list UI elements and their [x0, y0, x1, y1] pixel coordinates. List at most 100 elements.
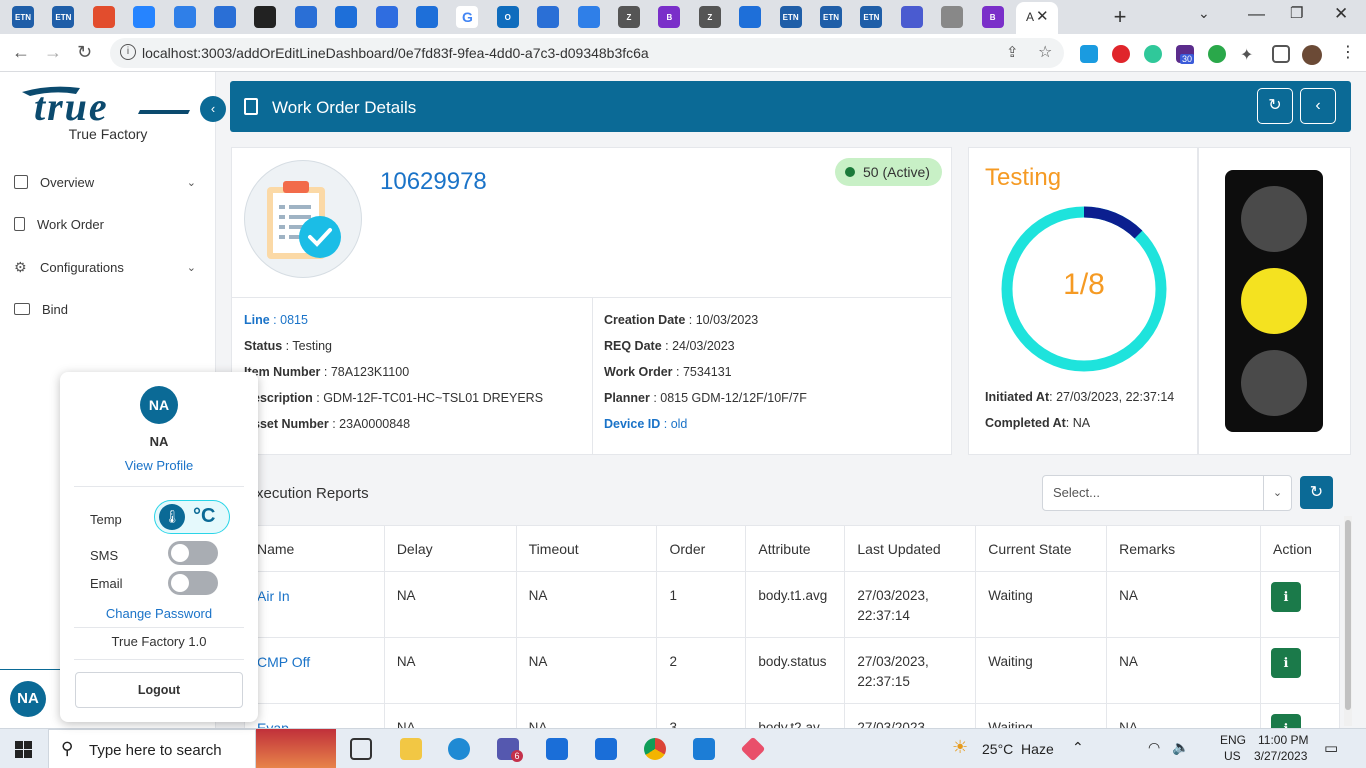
sidebar-item-overview[interactable]: Overview ⌄	[14, 170, 204, 194]
paint-icon[interactable]	[740, 736, 766, 762]
profile-avatar-icon[interactable]	[1302, 45, 1322, 65]
reload-icon[interactable]: ↻	[77, 42, 92, 63]
column-header[interactable]: Timeout	[515, 525, 658, 572]
info-button[interactable]: ℹ	[1270, 648, 1301, 678]
browser-tab-figma-icon[interactable]	[92, 6, 115, 28]
collapse-sidebar-button[interactable]: ‹	[200, 96, 226, 122]
mail-icon[interactable]	[595, 738, 617, 760]
edge-icon[interactable]	[448, 738, 470, 760]
site-info-icon[interactable]: i	[120, 44, 136, 60]
browser-menu-icon[interactable]: ⋮	[1340, 42, 1356, 62]
column-header[interactable]: Last Updated	[844, 525, 977, 572]
task-view-icon[interactable]	[350, 738, 372, 760]
browser-tab-etn-icon[interactable]: ETN	[860, 6, 883, 28]
report-select[interactable]: Select... ⌄	[1042, 475, 1292, 511]
column-header[interactable]: Current State	[975, 525, 1108, 572]
browser-tab-etn-icon[interactable]: ETN	[779, 6, 802, 28]
browser-tab-app-icon[interactable]	[214, 6, 236, 28]
clock-date[interactable]: 3/27/2023	[1254, 749, 1307, 763]
volume-icon[interactable]: 🔈	[1172, 739, 1189, 756]
email-toggle[interactable]	[168, 571, 218, 595]
taskbar-search[interactable]: ⚲ Type here to search	[48, 729, 256, 768]
browser-tab-app-icon[interactable]	[537, 6, 560, 28]
browser-tab-vscode-icon[interactable]	[577, 6, 600, 28]
browser-tab-dropbox-icon[interactable]	[375, 6, 398, 28]
browser-tab-b-icon[interactable]: B	[658, 6, 681, 28]
side-panel-icon[interactable]	[1272, 45, 1290, 63]
tab-search-icon[interactable]: ⌄	[1198, 5, 1210, 22]
browser-tab-etn-icon[interactable]: ETN	[12, 6, 34, 28]
close-window-icon[interactable]: ✕	[1334, 4, 1348, 24]
chevron-up-icon[interactable]: ⌃	[1072, 739, 1084, 756]
extension-translate-icon[interactable]	[1080, 45, 1098, 63]
sidebar-item-bind[interactable]: Bind	[14, 297, 204, 321]
browser-tab-notion-icon[interactable]	[254, 6, 277, 28]
back-icon[interactable]: ←	[12, 42, 30, 63]
browser-tab-b-icon[interactable]: B	[981, 6, 1004, 28]
step-name-link[interactable]: Air In	[244, 571, 385, 638]
minimize-icon[interactable]: —	[1248, 4, 1265, 24]
info-button[interactable]: ℹ	[1270, 582, 1301, 612]
column-header[interactable]: Name	[244, 525, 385, 572]
windows-start-icon[interactable]	[15, 741, 32, 758]
refresh-button[interactable]: ↻	[1257, 88, 1293, 124]
language-indicator[interactable]: ENG	[1220, 733, 1246, 747]
browser-tab-outlook-icon[interactable]: O	[496, 6, 519, 28]
file-explorer-icon[interactable]	[400, 738, 422, 760]
browser-tab-teams-icon[interactable]	[900, 6, 923, 28]
logout-button[interactable]: Logout	[75, 672, 243, 708]
active-tab[interactable]: A ✕	[1016, 2, 1058, 34]
clock-time[interactable]: 11:00 PM	[1258, 733, 1308, 747]
browser-tab-app-icon[interactable]	[294, 6, 317, 28]
share-icon[interactable]: ⇪	[1006, 43, 1019, 61]
forward-icon[interactable]: →	[44, 42, 62, 63]
refresh-reports-button[interactable]: ↻	[1300, 476, 1333, 509]
weather-text[interactable]: 25°C Haze	[982, 741, 1054, 757]
user-avatar[interactable]: NA	[10, 681, 46, 717]
teams-icon[interactable]: 6	[497, 738, 523, 762]
new-tab-button[interactable]: +	[1110, 4, 1130, 30]
browser-tab-azure-icon[interactable]	[739, 6, 762, 28]
extension-green-icon[interactable]	[1208, 45, 1226, 63]
browser-tab-azure-icon[interactable]	[416, 6, 438, 28]
extension-cap-icon[interactable]: 30	[1176, 45, 1195, 64]
store-icon[interactable]	[546, 738, 568, 760]
browser-tab-etn-icon[interactable]: ETN	[820, 6, 842, 28]
sidebar-item-configurations[interactable]: ⚙ Configurations ⌄	[14, 255, 204, 279]
scrollbar-thumb[interactable]	[1345, 520, 1351, 710]
weather-widget-image[interactable]	[256, 729, 336, 768]
temperature-unit-toggle[interactable]: 🌡 °C	[154, 500, 230, 534]
back-button[interactable]: ‹	[1300, 88, 1336, 124]
browser-tab-google-icon[interactable]: G	[456, 6, 479, 28]
restore-icon[interactable]: ❐	[1290, 4, 1303, 22]
browser-tab-z-icon[interactable]: Z	[618, 6, 640, 28]
view-profile-link[interactable]: View Profile	[60, 458, 258, 473]
chrome-icon[interactable]	[644, 738, 666, 760]
url-field[interactable]: i localhost:3003/addOrEditLineDashboard/…	[110, 38, 1064, 68]
vscode-icon[interactable]	[693, 738, 715, 760]
change-password-link[interactable]: Change Password	[60, 606, 258, 621]
column-header[interactable]: Remarks	[1106, 525, 1261, 572]
step-name-link[interactable]: CMP Off	[244, 637, 385, 704]
column-header[interactable]: Action	[1259, 525, 1341, 572]
sms-toggle[interactable]	[168, 541, 218, 565]
sidebar-item-work-order[interactable]: Work Order	[14, 212, 204, 236]
network-icon[interactable]: ◠	[1148, 739, 1160, 756]
detail-device-id[interactable]: Device ID : old	[604, 417, 687, 431]
browser-tab-globe-icon[interactable]	[941, 6, 964, 28]
column-header[interactable]: Delay	[383, 525, 517, 572]
bookmark-star-icon[interactable]: ☆	[1038, 42, 1052, 62]
notification-icon[interactable]: ▭	[1324, 739, 1338, 757]
column-header[interactable]: Order	[656, 525, 747, 572]
browser-tab-azure-icon[interactable]	[335, 6, 358, 28]
browser-tab-z-icon[interactable]: Z	[698, 6, 721, 28]
browser-tab-jira-icon[interactable]	[133, 6, 156, 28]
detail-line[interactable]: Line : 0815	[244, 313, 308, 327]
close-tab-icon[interactable]: ✕	[1036, 7, 1049, 25]
extensions-puzzle-icon[interactable]: ✦	[1240, 45, 1258, 64]
adblock-icon[interactable]	[1112, 45, 1130, 63]
column-header[interactable]: Attribute	[745, 525, 846, 572]
browser-tab-etn-icon[interactable]: ETN	[52, 6, 75, 28]
extension-circle-icon[interactable]	[1144, 45, 1162, 63]
vertical-scrollbar[interactable]	[1344, 516, 1352, 726]
